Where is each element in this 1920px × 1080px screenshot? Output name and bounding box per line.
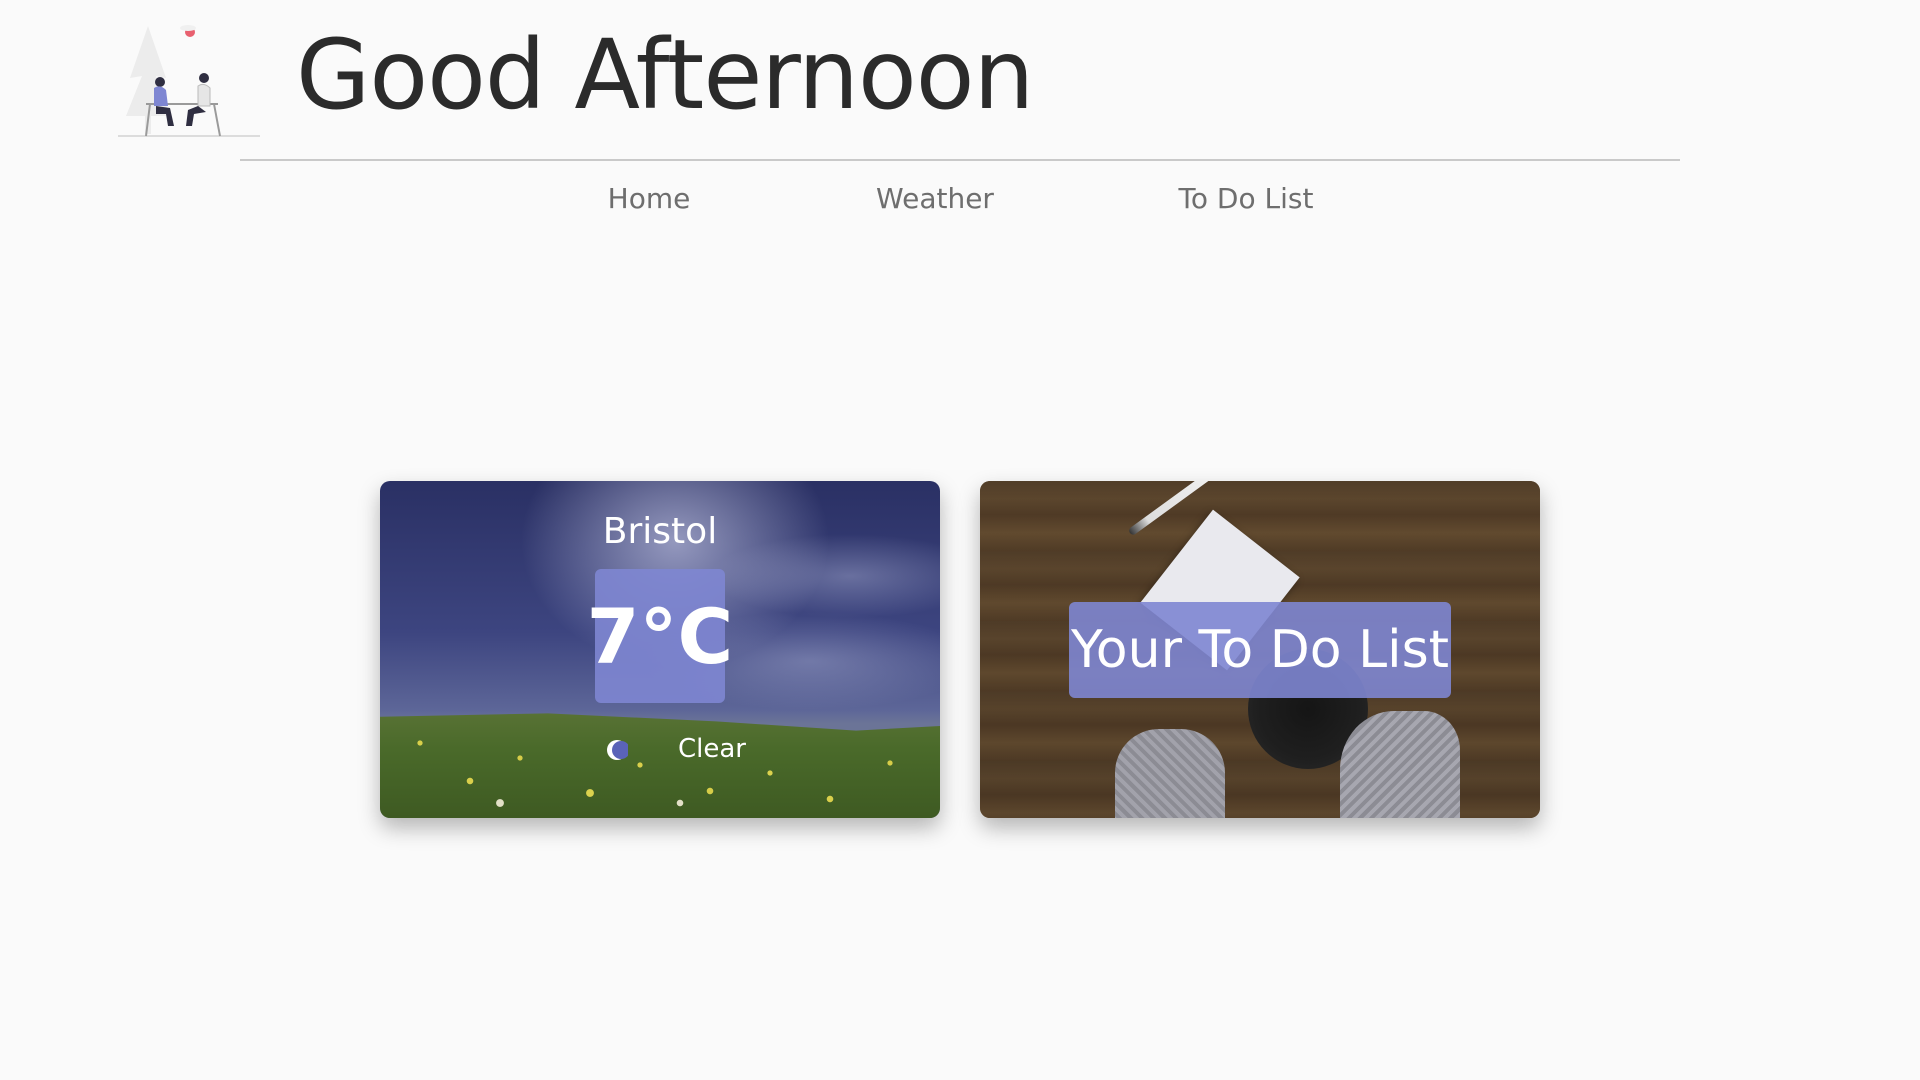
moon-icon xyxy=(607,740,628,760)
page-header: Good Afternoon xyxy=(0,0,1920,161)
weather-condition: Clear xyxy=(678,734,746,764)
temperature-box: 7°C xyxy=(587,569,733,703)
weather-city: Bristol xyxy=(602,511,718,552)
sleeve-left-image xyxy=(1115,729,1225,818)
todo-card-title: Your To Do List xyxy=(1070,620,1450,680)
people-illustration-logo xyxy=(118,25,260,137)
sleeve-right-image xyxy=(1340,711,1460,818)
main-nav: Home Weather To Do List xyxy=(0,182,1920,222)
nav-item-weather[interactable]: Weather xyxy=(876,182,994,215)
header-divider xyxy=(240,159,1680,161)
todo-label-box: Your To Do List xyxy=(1069,602,1451,698)
nav-item-todo-list[interactable]: To Do List xyxy=(1179,182,1314,215)
weather-card[interactable]: Bristol 7°C Clear xyxy=(380,481,940,818)
greeting-title: Good Afternoon xyxy=(296,19,1034,131)
todo-card[interactable]: Your To Do List xyxy=(980,481,1540,818)
nav-item-home[interactable]: Home xyxy=(608,182,691,215)
temperature-value: 7°C xyxy=(586,591,734,681)
